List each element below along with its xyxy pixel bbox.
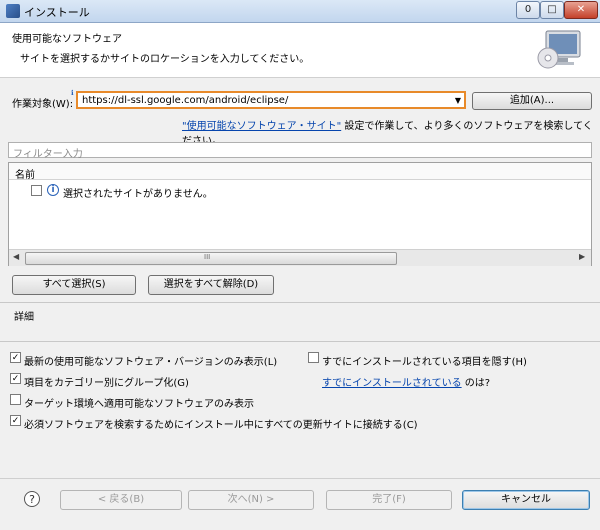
column-header-name[interactable]: 名前 bbox=[15, 166, 35, 181]
help-icon[interactable]: ? bbox=[24, 491, 40, 507]
contact-all-sites-checkbox[interactable]: ✓ bbox=[10, 415, 21, 426]
next-button[interactable]: 次へ(N) > bbox=[188, 490, 314, 510]
tree-item-label: 選択されたサイトがありません。 bbox=[63, 189, 213, 200]
latest-only-checkbox[interactable]: ✓ bbox=[10, 352, 21, 363]
software-tree[interactable]: 名前 i 選択されたサイトがありません。 ◀ III ▶ bbox=[8, 162, 592, 266]
page-subtitle: サイトを選択するかサイトのロケーションを入力してください。 bbox=[20, 54, 310, 65]
already-installed-link[interactable]: すでにインストールされている bbox=[322, 378, 462, 389]
finish-button[interactable]: 完了(F) bbox=[326, 490, 452, 510]
horizontal-scrollbar[interactable]: ◀ III ▶ bbox=[9, 249, 591, 266]
work-target-value: https://dl-ssl.google.com/android/eclips… bbox=[82, 95, 289, 106]
filter-input[interactable]: フィルター入力 bbox=[8, 142, 592, 160]
group-by-category-label: 項目をカテゴリー別にグループ化(G) bbox=[24, 378, 189, 389]
divider bbox=[0, 302, 600, 303]
maximize-button[interactable]: □ bbox=[540, 1, 564, 19]
contact-all-sites-label: 必須ソフトウェアを検索するためにインストール中にすべての更新サイトに接続する(C… bbox=[24, 420, 418, 431]
work-target-label: 作業対象(W): bbox=[12, 99, 74, 110]
group-by-category-checkbox[interactable]: ✓ bbox=[10, 373, 21, 384]
chevron-down-icon[interactable]: ▼ bbox=[455, 96, 461, 105]
hide-installed-label: すでにインストールされている項目を隠す(H) bbox=[322, 357, 527, 368]
app-icon bbox=[6, 4, 20, 18]
target-env-label: ターゲット環境へ適用可能なソフトウェアのみ表示 bbox=[24, 399, 254, 410]
info-icon: i bbox=[47, 184, 59, 196]
divider bbox=[0, 341, 600, 342]
info-marker-icon: ℹ bbox=[71, 89, 74, 97]
hide-installed-checkbox[interactable] bbox=[308, 352, 319, 363]
tree-header: 名前 bbox=[9, 163, 591, 181]
scroll-left-icon[interactable]: ◀ bbox=[13, 252, 19, 261]
scroll-right-icon[interactable]: ▶ bbox=[579, 252, 585, 261]
cancel-button[interactable]: キャンセル bbox=[462, 490, 590, 510]
window-title: インストール bbox=[24, 6, 90, 19]
latest-only-label: 最新の使用可能なソフトウェア・バージョンのみ表示(L) bbox=[24, 357, 278, 368]
filter-placeholder: フィルター入力 bbox=[13, 149, 83, 160]
already-installed-line: すでにインストールされている のは? bbox=[322, 374, 490, 389]
minimize-button[interactable]: 0 bbox=[516, 1, 540, 19]
target-env-checkbox[interactable] bbox=[10, 394, 21, 405]
monitor-cd-icon bbox=[537, 30, 581, 69]
tree-item-checkbox[interactable] bbox=[31, 185, 42, 196]
add-site-button[interactable]: 追加(A)... bbox=[472, 92, 592, 110]
back-button[interactable]: < 戻る(B) bbox=[60, 490, 182, 510]
scroll-grip: III bbox=[204, 253, 211, 261]
page-title: 使用可能なソフトウェア bbox=[12, 34, 122, 45]
deselect-all-button[interactable]: 選択をすべて解除(D) bbox=[148, 275, 274, 295]
available-sites-link[interactable]: "使用可能なソフトウェア・サイト" bbox=[182, 121, 341, 132]
title-bar: インストール 0 □ ✕ bbox=[0, 0, 600, 23]
close-button[interactable]: ✕ bbox=[564, 1, 598, 19]
details-label: 詳細 bbox=[14, 312, 34, 323]
scroll-thumb[interactable]: III bbox=[25, 252, 397, 265]
select-all-button[interactable]: すべて選択(S) bbox=[12, 275, 136, 295]
already-installed-suffix: のは? bbox=[461, 378, 491, 389]
work-target-combo[interactable]: https://dl-ssl.google.com/android/eclips… bbox=[76, 91, 466, 109]
